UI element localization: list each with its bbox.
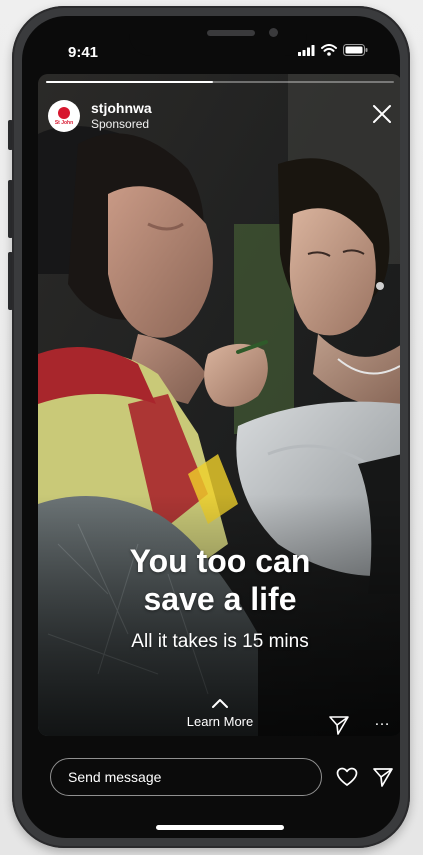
notch <box>129 16 307 56</box>
signal-icon <box>298 44 315 56</box>
story-subheadline: All it takes is 15 mins <box>131 631 309 652</box>
more-options-button[interactable]: … <box>372 713 392 734</box>
phone-frame: 9:41 St John stjohnwa Sponsored You too … <box>12 6 410 848</box>
phone-screen: 9:41 St John stjohnwa Sponsored You too … <box>22 16 400 838</box>
learn-more-button[interactable]: Learn More <box>170 698 270 732</box>
close-icon <box>373 105 391 123</box>
heart-icon <box>336 767 358 786</box>
sponsored-label: Sponsored <box>91 117 150 131</box>
status-icons <box>298 44 368 56</box>
learn-more-label: Learn More <box>186 714 254 729</box>
account-info[interactable]: stjohnwa Sponsored <box>91 100 152 132</box>
mockup-canvas: 9:41 St John stjohnwa Sponsored You too … <box>0 0 423 855</box>
paper-plane-icon <box>373 768 393 787</box>
like-button[interactable] <box>336 766 358 788</box>
battery-icon <box>343 44 368 56</box>
home-indicator <box>156 825 284 830</box>
account-username[interactable]: stjohnwa <box>91 100 152 117</box>
story-progress-track <box>46 81 394 83</box>
status-time: 9:41 <box>68 44 99 61</box>
front-camera <box>269 28 278 37</box>
send-message-input[interactable]: Send message <box>50 758 322 796</box>
close-button[interactable] <box>370 102 394 126</box>
direct-message-button[interactable] <box>372 766 394 788</box>
story-card[interactable]: St John stjohnwa Sponsored You too can s… <box>38 74 400 736</box>
st-john-logo-icon <box>58 106 70 119</box>
headline-line-2: save a life <box>143 581 297 617</box>
story-progress-fill <box>46 81 214 83</box>
share-story-button[interactable] <box>328 714 350 736</box>
wifi-icon <box>321 44 337 56</box>
paper-plane-icon <box>329 716 349 735</box>
headline-line-1: You too can <box>129 543 311 579</box>
chevron-up-icon <box>212 699 228 708</box>
earpiece-speaker <box>207 30 255 36</box>
avatar[interactable]: St John <box>48 100 80 132</box>
avatar-text: St John <box>54 119 74 126</box>
story-headline: You too can save a life <box>38 542 400 618</box>
